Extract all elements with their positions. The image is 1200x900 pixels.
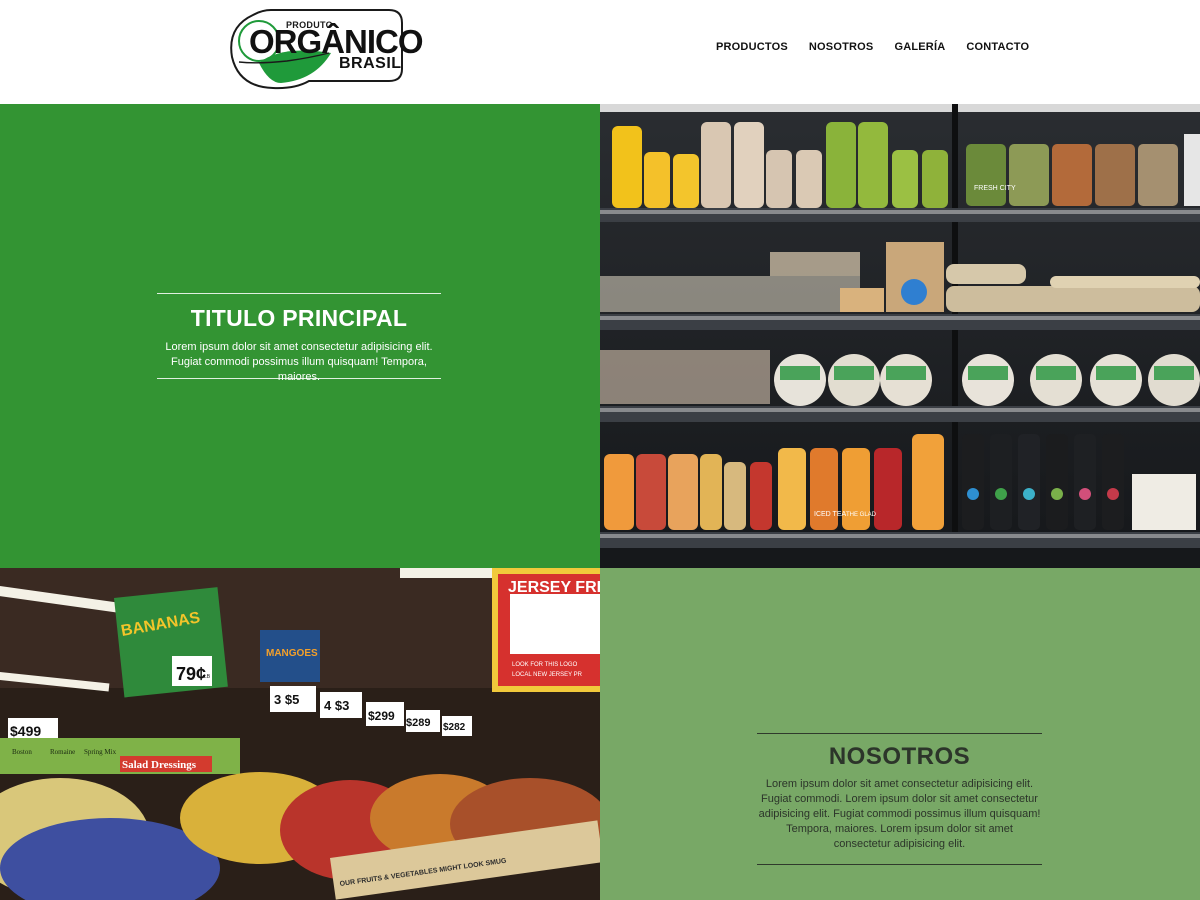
nav-link-productos[interactable]: PRODUCTOS <box>716 41 788 53</box>
site-header: PRODUTO ORGÂNICO BRASIL PRODUCTOS NOSOTR… <box>0 0 1200 104</box>
nosotros-section: NOSOTROS Lorem ipsum dolor sit amet cons… <box>600 568 1200 900</box>
main-nav: PRODUCTOS NOSOTROS GALERÍA CONTACTO <box>716 41 1050 53</box>
sign-79c: 79¢ <box>176 664 206 684</box>
sign-local-nj: LOCAL NEW JERSEY PR <box>512 672 583 678</box>
sign-look-logo: LOOK FOR THIS LOGO <box>512 662 578 668</box>
hero-section: TITULO PRINCIPAL Lorem ipsum dolor sit a… <box>0 104 600 568</box>
sign-lb: LB <box>204 674 211 680</box>
nosotros-text: Lorem ipsum dolor sit amet consectetur a… <box>758 778 1041 850</box>
hero-title: TITULO PRINCIPAL <box>190 305 408 331</box>
sign-spring-mix: Spring Mix <box>84 748 117 756</box>
sign-299: $299 <box>368 709 395 723</box>
sign-jersey-fresh: JERSEY FRESH <box>508 579 600 596</box>
logo-text-organico: ORGÂNICO <box>249 23 423 60</box>
hero-text: Lorem ipsum dolor sit amet consectetur a… <box>165 341 433 383</box>
nav-link-galeria[interactable]: GALERÍA <box>894 41 945 53</box>
nav-link-contacto[interactable]: CONTACTO <box>966 41 1029 53</box>
store-shelves-image: ICED TEA THE GLAD FRESH CITY <box>600 104 1200 568</box>
nosotros-title: NOSOTROS <box>828 743 971 770</box>
sign-boston: Boston <box>12 748 32 756</box>
logo-text-brasil: BRASIL <box>339 55 402 72</box>
shelf-tag-iced-tea: ICED TEA <box>814 511 846 518</box>
produce-section-image: JERSEY FRESH LOOK FOR THIS LOGO LOCAL NE… <box>0 568 600 900</box>
nosotros-content: NOSOTROS Lorem ipsum dolor sit amet cons… <box>757 733 1042 865</box>
shelf-tag-the-glad: THE GLAD <box>846 512 877 518</box>
sign-mangoes: MANGOES <box>266 648 318 659</box>
sign-289: $289 <box>406 717 430 729</box>
sign-499: $499 <box>10 723 41 739</box>
sign-romaine: Romaine <box>50 748 75 756</box>
sign-4-for-3: 4 $3 <box>324 698 349 713</box>
sign-salad-dressings: Salad Dressings <box>122 759 197 771</box>
produce-illustration: JERSEY FRESH LOOK FOR THIS LOGO LOCAL NE… <box>0 568 600 900</box>
shelves-illustration: ICED TEA THE GLAD FRESH CITY <box>600 104 1200 568</box>
hero-content: TITULO PRINCIPAL Lorem ipsum dolor sit a… <box>157 293 441 383</box>
sign-3-for-5: 3 $5 <box>274 692 299 707</box>
nav-link-nosotros[interactable]: NOSOTROS <box>809 41 874 53</box>
shelf-tag-fresh-city: FRESH CITY <box>974 185 1016 192</box>
sign-282: $282 <box>443 722 466 733</box>
organico-brasil-logo[interactable]: PRODUTO ORGÂNICO BRASIL <box>229 7 423 91</box>
